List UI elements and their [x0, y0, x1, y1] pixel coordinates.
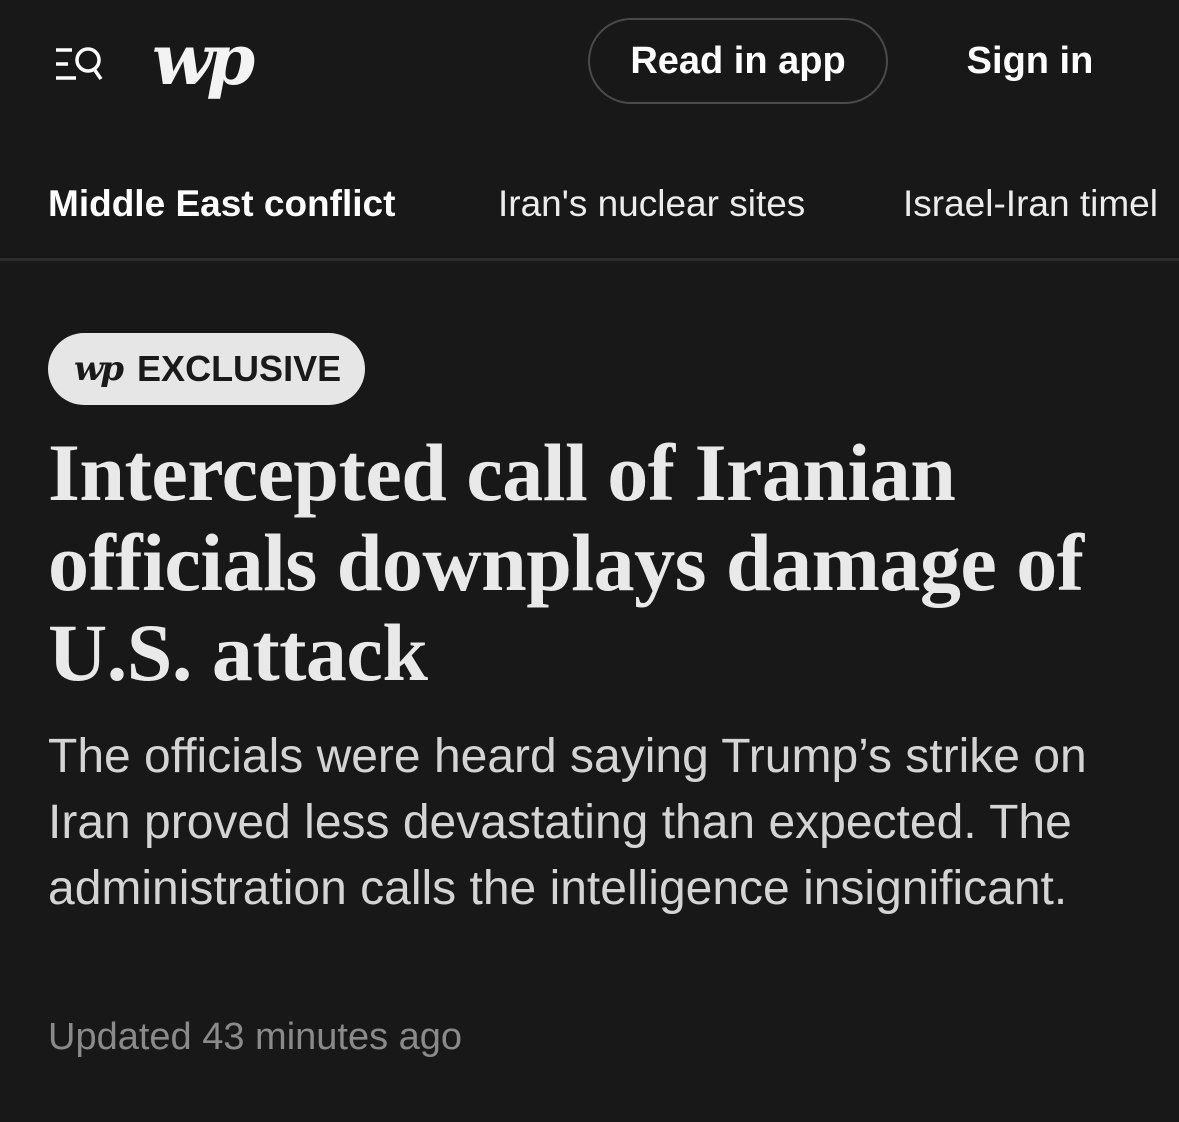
topic-nav-item-irans-nuclear-sites[interactable]: Iran's nuclear sites: [498, 178, 805, 230]
article-headline: Intercepted call of Iranian officials do…: [48, 427, 1084, 698]
sign-in-button[interactable]: Sign in: [940, 18, 1120, 104]
washington-post-logo[interactable]: wp: [152, 20, 255, 100]
article-timestamp: Updated 43 minutes ago: [48, 1016, 463, 1058]
exclusive-badge: wp EXCLUSIVE: [48, 333, 366, 405]
badge-label: EXCLUSIVE: [137, 348, 342, 389]
topic-nav: Middle East conflict Iran's nuclear site…: [0, 150, 1179, 261]
site-header: wp Read in app Sign in: [0, 0, 1179, 128]
topic-nav-item-middle-east-conflict[interactable]: Middle East conflict: [48, 178, 395, 230]
badge-logo: wp: [74, 349, 124, 389]
menu-search-icon[interactable]: [50, 40, 106, 88]
read-in-app-button[interactable]: Read in app: [588, 18, 888, 104]
article-dek: The officials were heard saying Trump’s …: [48, 730, 1087, 915]
topic-nav-item-israel-iran-timeline[interactable]: Israel-Iran timel: [903, 178, 1158, 230]
